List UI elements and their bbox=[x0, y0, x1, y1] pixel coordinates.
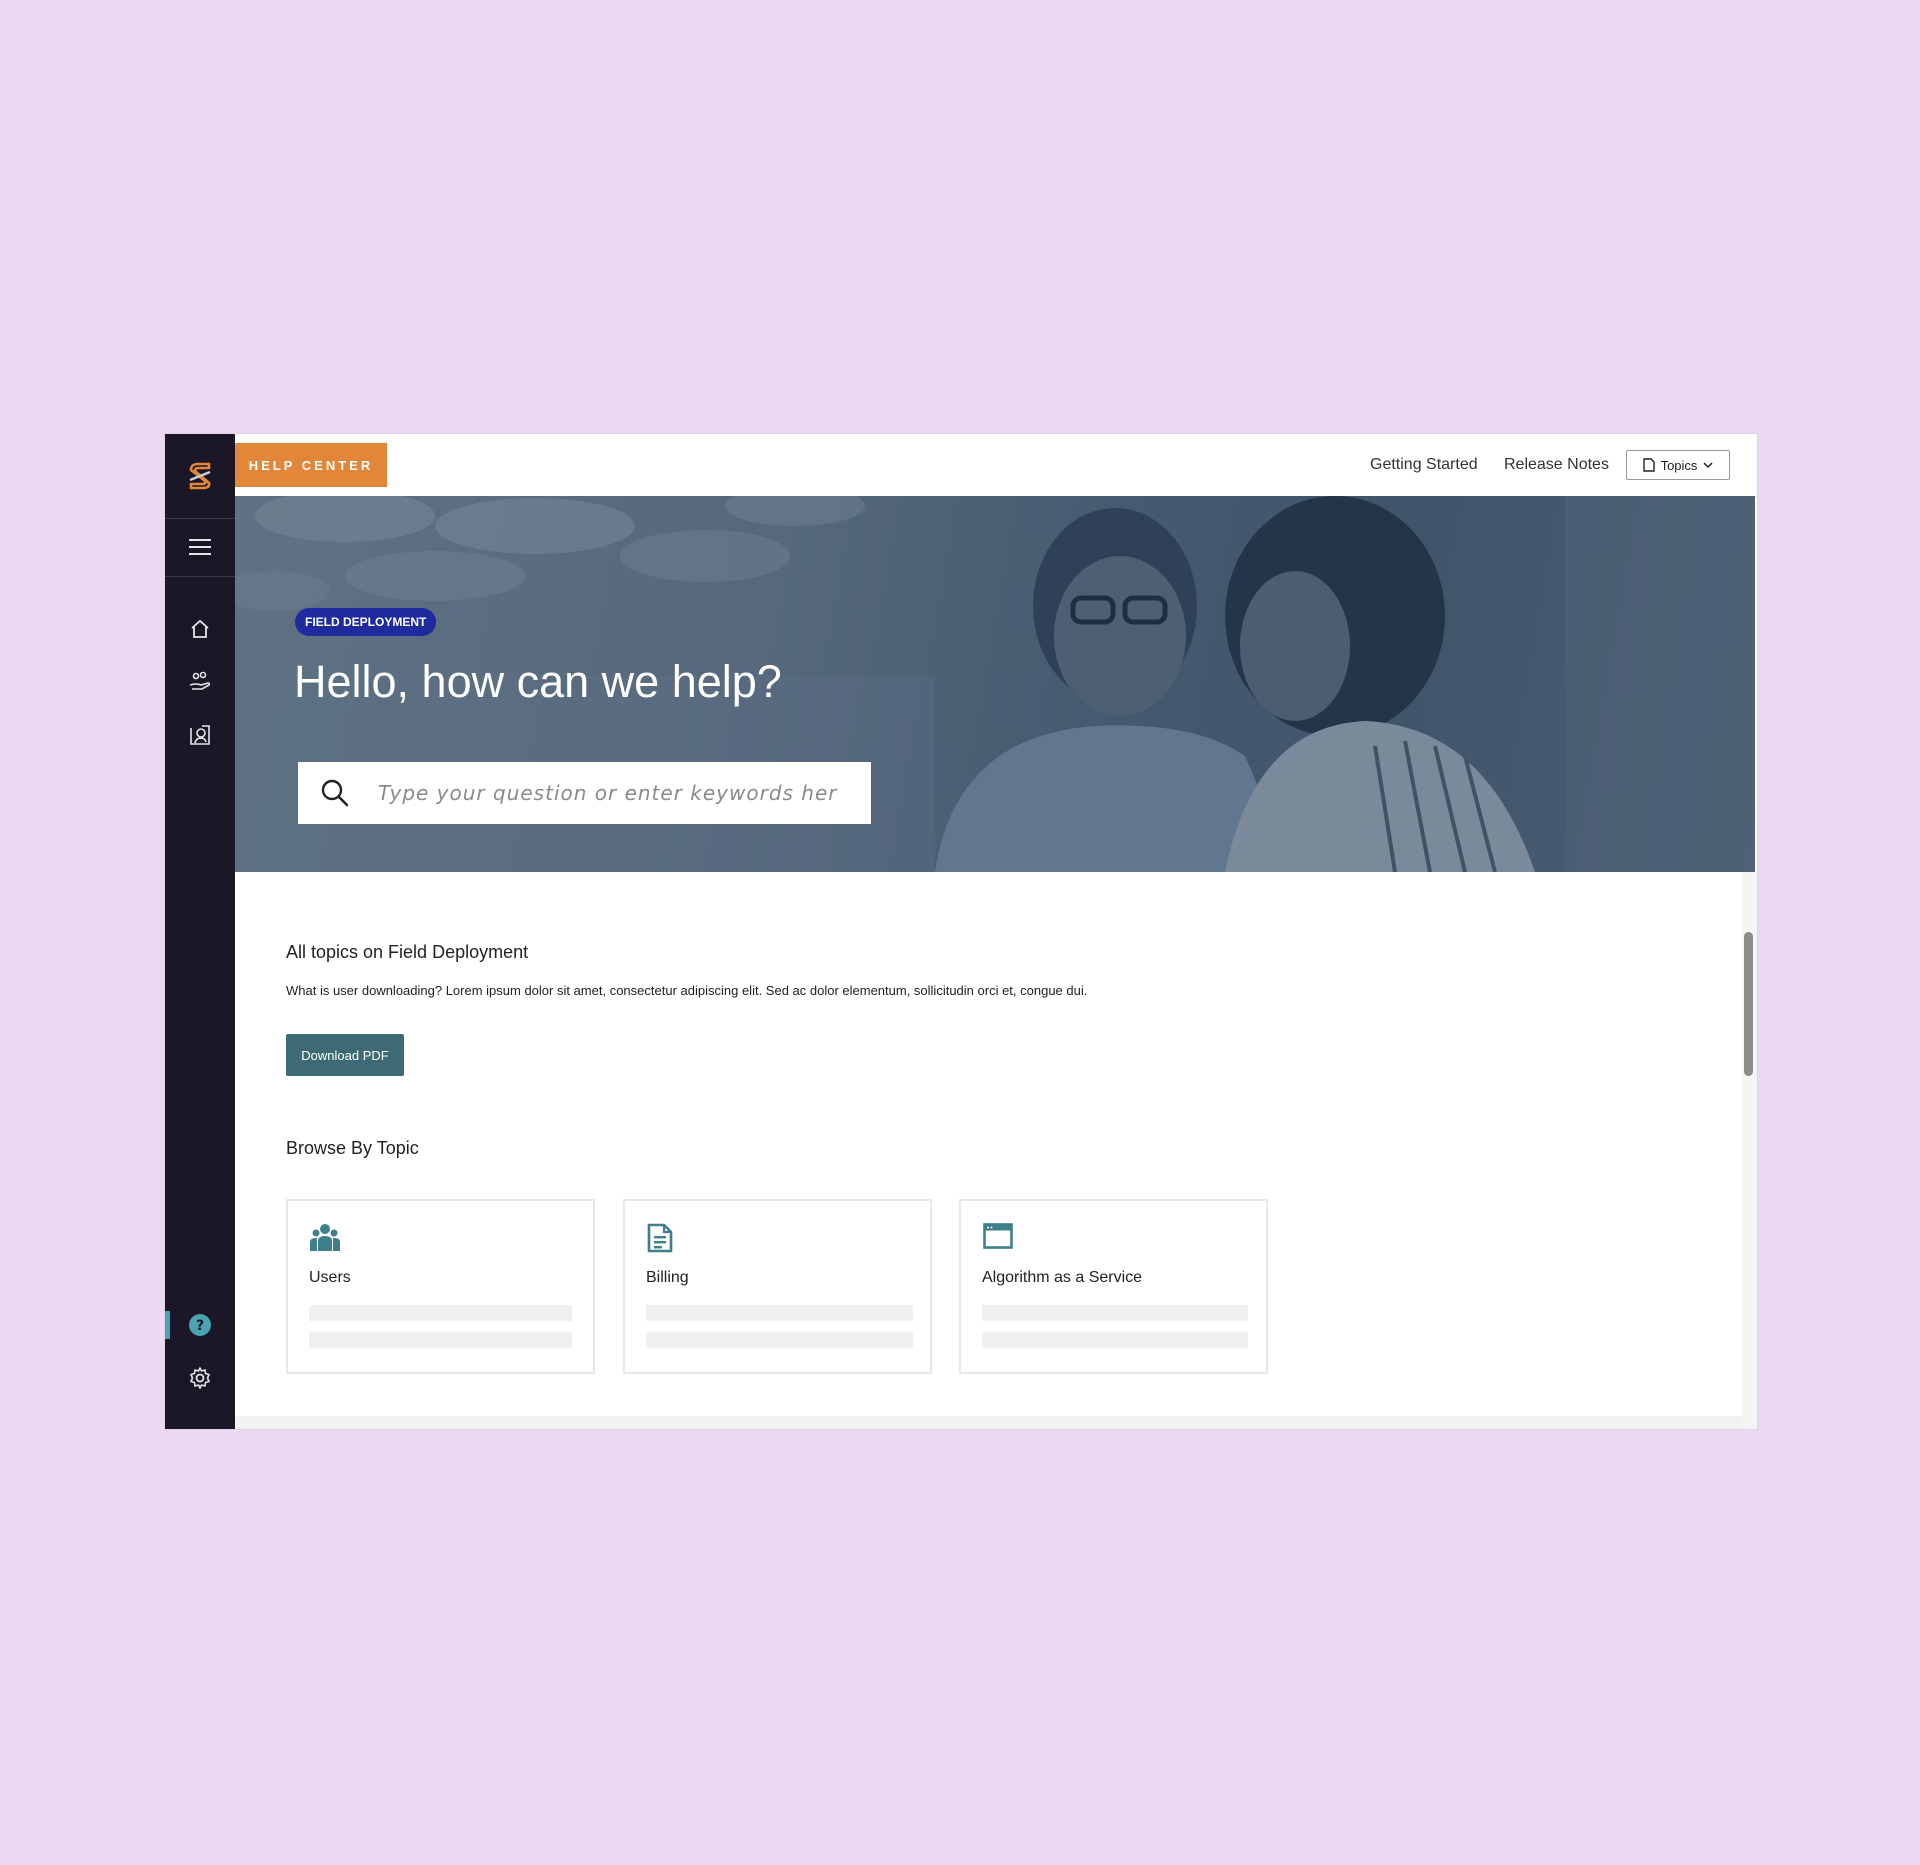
help-center-badge[interactable]: HELP CENTER bbox=[235, 443, 387, 487]
download-pdf-button[interactable]: Download PDF bbox=[286, 1034, 404, 1076]
sidebar-item-community[interactable] bbox=[165, 662, 235, 702]
sidebar-item-settings[interactable] bbox=[165, 1358, 235, 1398]
document-icon bbox=[647, 1223, 673, 1258]
section-title: All topics on Field Deployment bbox=[286, 942, 529, 962]
home-icon bbox=[191, 619, 209, 638]
svg-text:?: ? bbox=[196, 1318, 204, 1334]
gear-icon bbox=[190, 1367, 210, 1389]
placeholder-line bbox=[646, 1305, 913, 1321]
sidebar-item-profile[interactable] bbox=[165, 715, 235, 755]
users-icon bbox=[310, 1223, 340, 1256]
hero-banner: FIELD DEPLOYMENT Hello, how can we help? bbox=[235, 496, 1755, 872]
main-content: All topics on Field Deployment What is u… bbox=[235, 872, 1742, 1416]
topic-card-billing[interactable]: Billing bbox=[623, 1199, 932, 1374]
getting-started-link[interactable]: Getting Started bbox=[1370, 456, 1478, 474]
topics-dropdown[interactable]: Topics bbox=[1626, 450, 1730, 480]
topic-card-users[interactable]: Users bbox=[286, 1199, 595, 1374]
logo-icon bbox=[189, 462, 211, 490]
menu-icon bbox=[189, 539, 211, 555]
logo[interactable] bbox=[165, 434, 235, 519]
card-title-algorithm: Algorithm as a Service bbox=[982, 1269, 1143, 1286]
chevron-down-icon bbox=[1703, 461, 1713, 468]
field-deployment-tag: FIELD DEPLOYMENT bbox=[295, 608, 437, 636]
profile-icon bbox=[190, 725, 210, 745]
topics-label: Topics bbox=[1660, 457, 1698, 473]
users-hand-icon bbox=[189, 671, 211, 690]
topic-card-algorithm[interactable]: Algorithm as a Service bbox=[959, 1199, 1268, 1374]
top-bar: HELP CENTER Getting Started Release Note… bbox=[235, 434, 1757, 497]
release-notes-link[interactable]: Release Notes bbox=[1504, 456, 1609, 474]
search-input[interactable] bbox=[376, 780, 840, 806]
browse-title: Browse By Topic bbox=[286, 1138, 419, 1158]
card-title-billing: Billing bbox=[646, 1269, 689, 1286]
document-icon bbox=[1642, 458, 1655, 472]
bottom-scroll-area bbox=[235, 1416, 1742, 1429]
menu-button[interactable] bbox=[165, 518, 235, 577]
placeholder-line bbox=[309, 1332, 572, 1348]
placeholder-line bbox=[982, 1305, 1248, 1321]
browser-window-icon bbox=[983, 1223, 1013, 1254]
help-icon: ? bbox=[189, 1314, 211, 1336]
sidebar-item-help[interactable]: ? bbox=[165, 1305, 235, 1345]
card-title-users: Users bbox=[309, 1269, 351, 1286]
section-description: What is user downloading? Lorem ipsum do… bbox=[286, 983, 1088, 998]
hero-title: Hello, how can we help? bbox=[294, 656, 782, 707]
placeholder-line bbox=[646, 1332, 913, 1348]
placeholder-line bbox=[982, 1332, 1248, 1348]
placeholder-line bbox=[309, 1305, 572, 1321]
app-window: ? HELP CENTER Getting Started Release No… bbox=[165, 434, 1757, 1429]
search-icon bbox=[320, 778, 350, 808]
sidebar: ? bbox=[165, 434, 235, 1429]
scrollbar-thumb[interactable] bbox=[1744, 932, 1753, 1076]
sidebar-item-home[interactable] bbox=[165, 609, 235, 649]
search-box[interactable] bbox=[298, 762, 871, 824]
